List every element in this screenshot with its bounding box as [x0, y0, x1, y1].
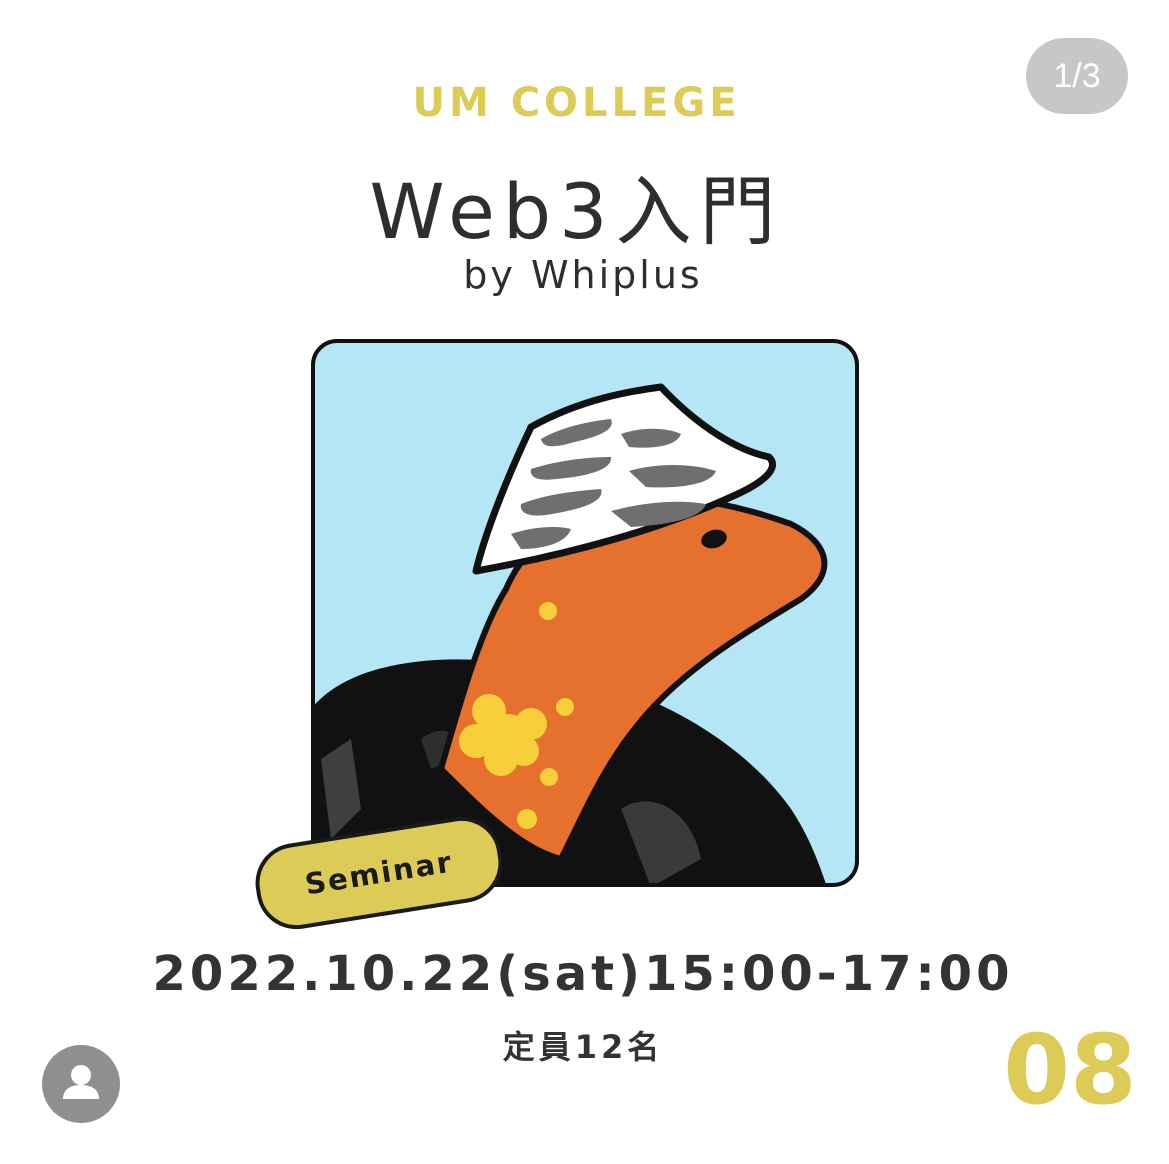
user-icon [63, 1065, 99, 1099]
issue-number: 08 [1003, 1014, 1137, 1126]
page-title: Web3入門 [369, 167, 784, 256]
byline: by Whiplus [463, 253, 703, 297]
avatar-button[interactable] [42, 1045, 120, 1123]
seminar-badge: Seminar [249, 811, 509, 935]
event-datetime: 2022.10.22(sat)15:00-17:00 [152, 946, 1014, 1002]
artwork-illustration [311, 339, 859, 887]
brand-name: UM COLLEGE [412, 80, 741, 126]
